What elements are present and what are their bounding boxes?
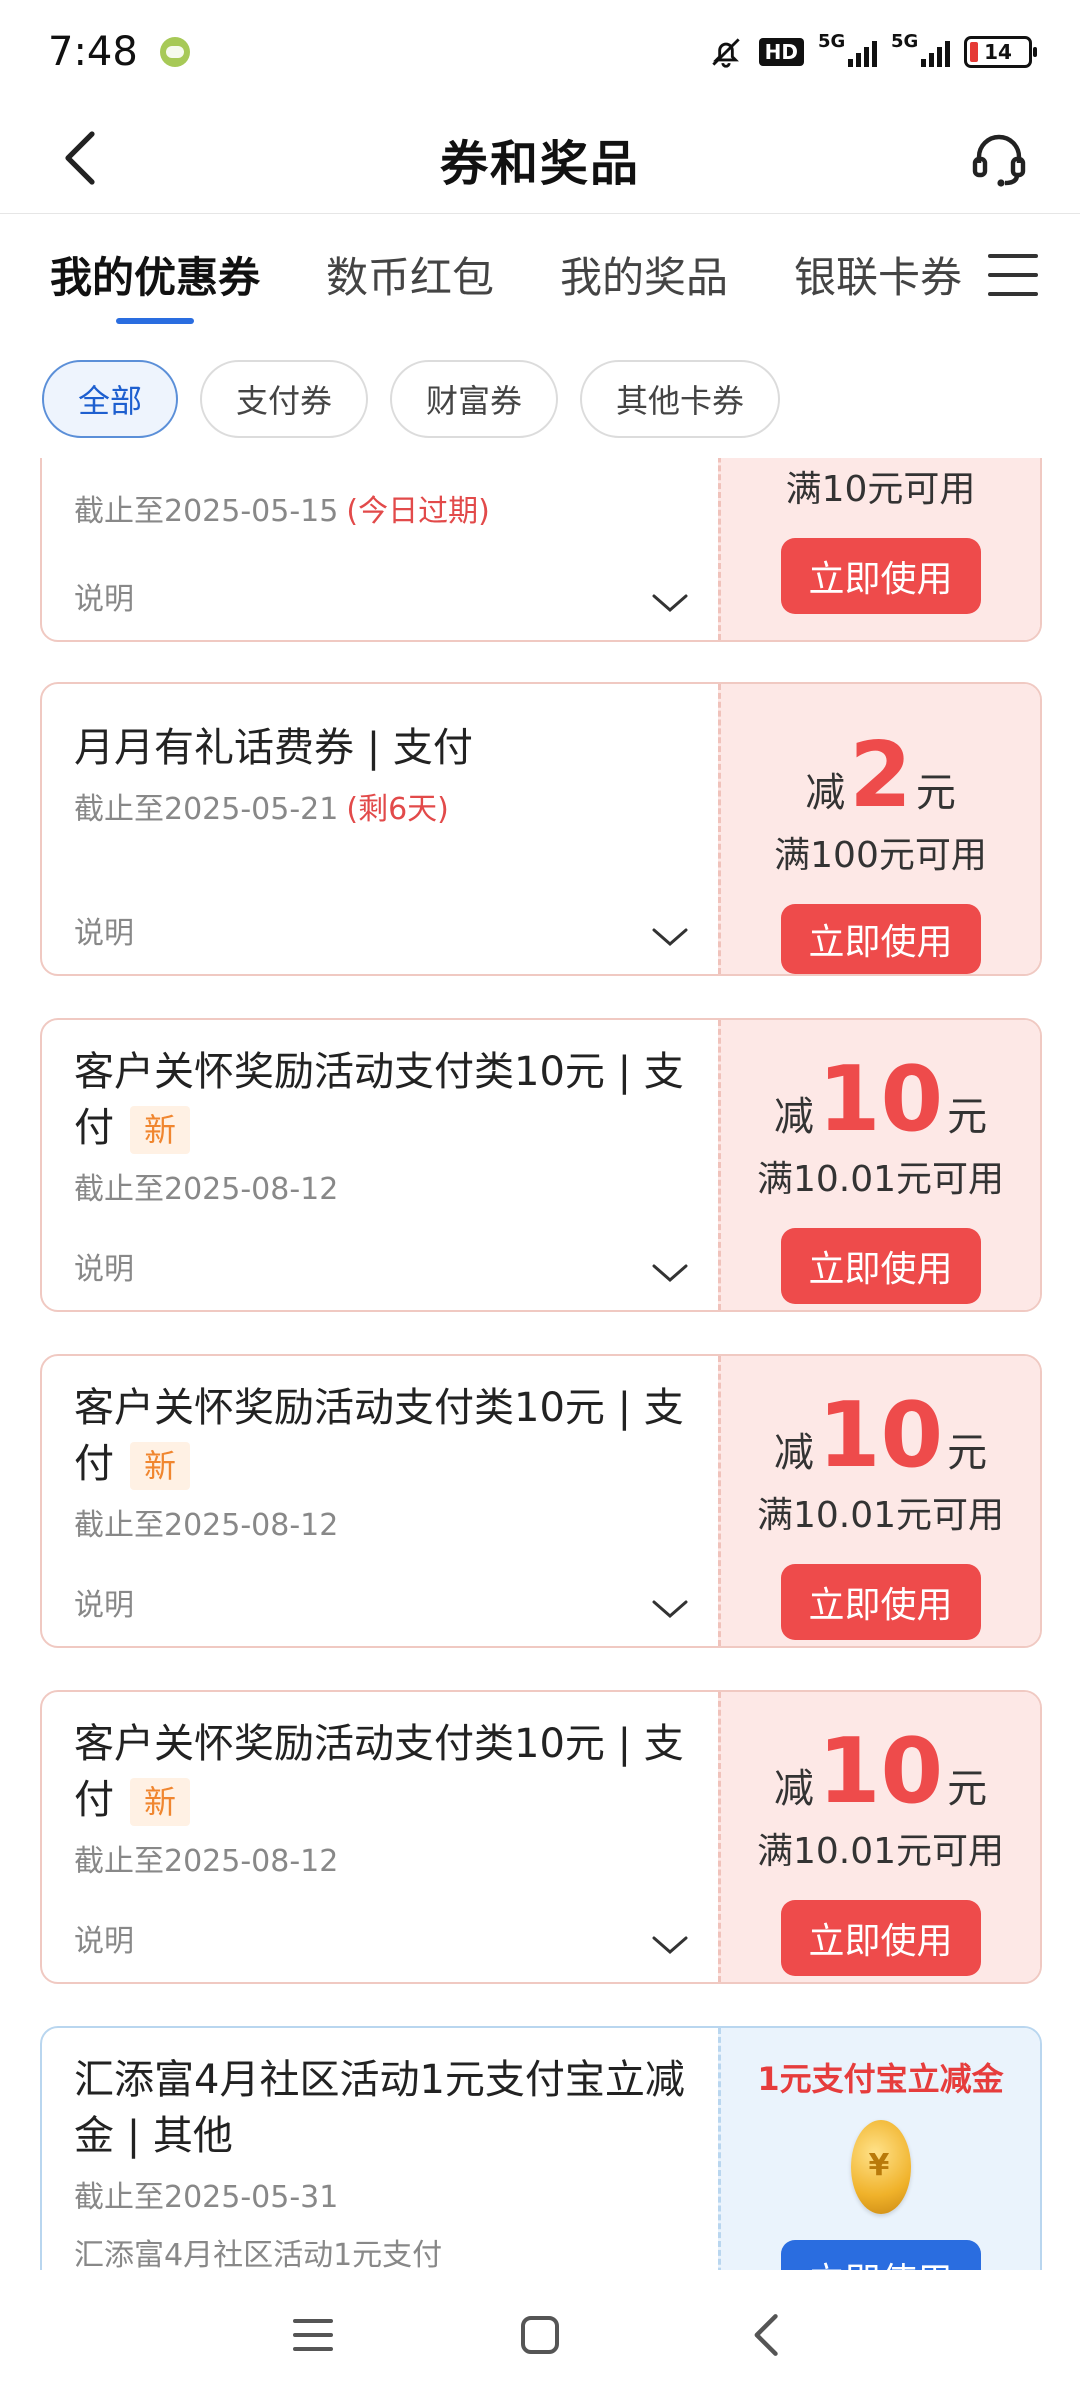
coupon-date: 截止至2025-08-12 <box>74 1172 339 1207</box>
chevron-left-icon <box>754 2314 778 2356</box>
coupon-title: 汇添富4月社区活动1元支付宝立减金 | 其他 <box>74 2057 685 2159</box>
coupon-subtitle: 汇添富4月社区活动1元支付 <box>74 2238 443 2270</box>
coupon-info: 汇添富4月社区活动1元支付宝立减金 | 其他 截止至2025-05-31 汇添富… <box>42 2028 718 2270</box>
back-button[interactable] <box>50 128 110 188</box>
status-icons: HD 5G 5G 14 <box>707 31 1037 71</box>
coupon-description-toggle[interactable]: 说明 <box>74 1580 134 1624</box>
tab-bar: 我的优惠券 数币红包 我的奖品 银联卡券 <box>0 214 1080 334</box>
promo-label: 1元支付宝立减金 <box>757 2060 1004 2098</box>
chevron-down-icon[interactable] <box>650 1260 690 1286</box>
coupon-condition: 满10元可用 <box>785 469 976 510</box>
coupon-date: 截止至2025-05-15 (今日过期) <box>74 494 490 529</box>
coupon-info: 截止至2025-05-15 (今日过期) 说明 <box>42 458 718 640</box>
coupon-info: 客户关怀奖励活动支付类10元 | 支付新 截止至2025-08-12 说明 <box>42 1356 718 1646</box>
coupon-description-toggle[interactable]: 说明 <box>74 908 134 952</box>
use-now-button[interactable]: 立即使用 <box>780 2240 981 2270</box>
new-badge: 新 <box>130 1106 191 1154</box>
coupon-expiry-warning: (剩6天) <box>346 792 449 827</box>
coupon-amount: 减 10 元 <box>773 1719 988 1824</box>
coupon-date: 截止至2025-08-12 <box>74 1508 339 1543</box>
coupon-value: 减2元 满100元可用 立即使用 <box>718 684 1040 974</box>
coupon-value: 减5元 满10元可用 立即使用 <box>718 458 1040 640</box>
battery-icon: 14 <box>964 36 1037 68</box>
filter-all[interactable]: 全部 <box>42 360 179 438</box>
coupon-value: 减 10 元 满10.01元可用 立即使用 <box>718 1356 1040 1646</box>
coupon-card: 月月有礼话费券 | 支付 截止至2025-05-21 (剩6天) 说明 减2元 满… <box>40 682 1042 976</box>
coupon-card: 截止至2025-05-15(今日过期) 说明 减5元 满10元可用 立即使用 <box>40 458 1042 642</box>
recent-apps-button[interactable] <box>278 2300 348 2370</box>
use-now-button[interactable]: 立即使用 <box>780 1900 981 1976</box>
coupon-card: 客户关怀奖励活动支付类10元 | 支付新 截止至2025-08-12 说明 减1… <box>40 1018 1042 1312</box>
coupon-info: 客户关怀奖励活动支付类10元 | 支付新 截止至2025-08-12 说明 <box>42 1020 718 1310</box>
status-time: 7:48 <box>48 29 138 75</box>
coupon-expiry-warning: (今日过期) <box>346 494 490 529</box>
coupon-date: 截止至2025-08-12 <box>74 1844 339 1879</box>
system-nav-bar <box>0 2270 1080 2400</box>
coupon-amount: 减2元 <box>805 723 956 828</box>
coupon-amount: 减 10 元 <box>773 1047 988 1152</box>
new-badge: 新 <box>130 1778 191 1826</box>
home-button[interactable] <box>505 2300 575 2370</box>
chevron-down-icon[interactable] <box>650 1932 690 1958</box>
page-title: 券和奖品 <box>439 135 640 192</box>
coupon-info: 客户关怀奖励活动支付类10元 | 支付新 截止至2025-08-12 说明 <box>42 1692 718 1982</box>
chevron-left-icon <box>65 131 95 185</box>
tab-my-prizes[interactable]: 我的奖品 <box>560 214 728 334</box>
use-now-button[interactable]: 立即使用 <box>780 904 981 974</box>
coupon-info: 月月有礼话费券 | 支付 截止至2025-05-21 (剩6天) 说明 <box>42 684 718 974</box>
coupon-title: 客户关怀奖励活动支付类10元 | 支付新 <box>74 1044 686 1156</box>
system-back-button[interactable] <box>732 2300 802 2370</box>
wechat-icon <box>159 37 190 67</box>
coupon-title: 客户关怀奖励活动支付类10元 | 支付新 <box>74 1380 686 1492</box>
chevron-down-icon[interactable] <box>650 924 690 950</box>
coupon-condition: 满10.01元可用 <box>756 1495 1005 1536</box>
coupon-description-toggle[interactable]: 说明 <box>74 1916 134 1960</box>
coupon-title: 月月有礼话费券 | 支付 <box>74 725 473 771</box>
menu-icon[interactable] <box>986 248 1040 302</box>
coupon-card: 客户关怀奖励活动支付类10元 | 支付新 截止至2025-08-12 说明 减1… <box>40 1690 1042 1984</box>
coupon-condition: 满10.01元可用 <box>756 1159 1005 1200</box>
filter-chips: 全部 支付券 财富券 其他卡券 <box>42 360 781 438</box>
use-now-button[interactable]: 立即使用 <box>780 1228 981 1304</box>
tab-my-coupons[interactable]: 我的优惠券 <box>50 214 260 334</box>
new-badge: 新 <box>130 1442 191 1490</box>
chevron-down-icon[interactable] <box>650 1596 690 1622</box>
hd-badge: HD <box>758 38 804 66</box>
filter-other[interactable]: 其他卡券 <box>580 360 781 438</box>
chevron-down-icon[interactable] <box>650 590 690 616</box>
coupon-value: 1元支付宝立减金 立即使用 <box>718 2028 1040 2270</box>
home-square-icon <box>520 2316 559 2354</box>
signal-icon: 5G <box>818 31 877 67</box>
coupon-list: 截止至2025-05-15(今日过期) 说明 减5元 满10元可用 立即使用 月… <box>0 458 1080 2270</box>
coupon-amount: 减 10 元 <box>773 1383 988 1488</box>
header: 券和奖品 <box>0 104 1080 214</box>
filter-payment[interactable]: 支付券 <box>200 360 369 438</box>
menu-lines-icon <box>293 2319 334 2351</box>
coupon-condition: 满100元可用 <box>774 835 987 876</box>
coupon-date: 截止至2025-05-21 (剩6天) <box>74 792 449 827</box>
use-now-button[interactable]: 立即使用 <box>780 1564 981 1640</box>
headset-icon <box>972 134 1026 187</box>
use-now-button[interactable]: 立即使用 <box>780 538 981 614</box>
coupon-value: 减 10 元 满10.01元可用 立即使用 <box>718 1020 1040 1310</box>
signal-icon-2: 5G <box>891 31 950 67</box>
status-bar: 7:48 HD 5G 5G 14 <box>0 0 1080 104</box>
coupon-title: 客户关怀奖励活动支付类10元 | 支付新 <box>74 1716 686 1828</box>
coupon-card: 汇添富4月社区活动1元支付宝立减金 | 其他 截止至2025-05-31 汇添富… <box>40 2026 1042 2270</box>
customer-service-button[interactable] <box>964 124 1034 194</box>
tab-digital-red-packets[interactable]: 数币红包 <box>326 214 494 334</box>
coupon-description-toggle[interactable]: 说明 <box>74 1244 134 1288</box>
coin-icon <box>850 2120 911 2214</box>
coupon-value: 减 10 元 满10.01元可用 立即使用 <box>718 1692 1040 1982</box>
coupon-condition: 满10.01元可用 <box>756 1831 1005 1872</box>
coupon-date: 截止至2025-05-31 <box>74 2180 339 2215</box>
tab-unionpay-coupons[interactable]: 银联卡券 <box>794 214 962 334</box>
coupon-card: 客户关怀奖励活动支付类10元 | 支付新 截止至2025-08-12 说明 减1… <box>40 1354 1042 1648</box>
bell-off-icon <box>711 38 740 68</box>
filter-wealth[interactable]: 财富券 <box>390 360 559 438</box>
coupon-description-toggle[interactable]: 说明 <box>74 574 134 618</box>
